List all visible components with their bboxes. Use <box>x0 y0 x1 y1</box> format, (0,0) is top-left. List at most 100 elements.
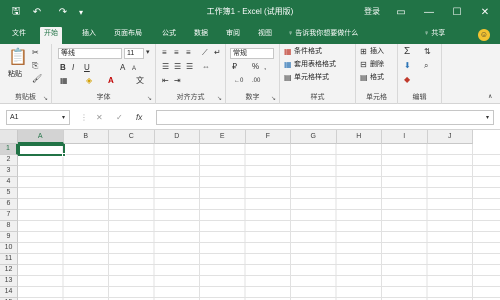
middle-align-icon[interactable]: ≡ <box>174 48 179 58</box>
borders-icon[interactable]: ▦ <box>60 76 68 86</box>
bold-button[interactable]: B <box>60 63 66 73</box>
row-header-5[interactable]: 5 <box>0 188 18 199</box>
increase-decimal-icon[interactable]: ←0 <box>234 76 243 86</box>
minimize-icon[interactable]: — <box>420 4 438 20</box>
name-box-dropdown-icon[interactable]: ▾ <box>62 113 65 123</box>
bottom-align-icon[interactable]: ≡ <box>186 48 191 58</box>
merge-center-icon[interactable]: ⇔ <box>202 62 210 72</box>
clear-icon[interactable]: ◆ <box>404 75 410 85</box>
accounting-format-icon[interactable]: ₽ <box>232 62 237 72</box>
font-launcher-icon[interactable]: ↘ <box>147 95 152 102</box>
row-header-2[interactable]: 2 <box>0 155 18 166</box>
font-color-icon[interactable]: A <box>108 76 114 86</box>
decrease-indent-icon[interactable]: ⇤ <box>162 76 169 86</box>
column-header-b[interactable]: B <box>63 130 109 144</box>
grow-font-button[interactable]: A <box>120 63 125 73</box>
conditional-formatting-button[interactable]: 条件格式 <box>294 47 322 57</box>
increase-indent-icon[interactable]: ⇥ <box>174 76 181 86</box>
column-header-g[interactable]: G <box>291 130 337 144</box>
font-size-dropdown-icon[interactable]: ▾ <box>146 48 150 58</box>
row-header-10[interactable]: 10 <box>0 243 18 254</box>
format-cells-button[interactable]: 格式 <box>370 73 384 83</box>
maximize-icon[interactable]: ☐ <box>448 4 466 20</box>
fill-handle[interactable] <box>62 153 66 157</box>
insert-cells-button[interactable]: 插入 <box>370 47 384 57</box>
sort-filter-icon[interactable]: ⇅ <box>424 47 431 57</box>
row-header-12[interactable]: 12 <box>0 265 18 276</box>
font-name-select[interactable]: 等线 <box>58 48 122 59</box>
row-header-1[interactable]: 1 <box>0 144 18 155</box>
collapse-ribbon-icon[interactable]: ∧ <box>488 92 492 102</box>
close-icon[interactable]: ✕ <box>476 4 494 20</box>
row-header-11[interactable]: 11 <box>0 254 18 265</box>
wrap-text-icon[interactable]: ↵ <box>214 48 221 58</box>
row-header-7[interactable]: 7 <box>0 210 18 221</box>
insert-cells-icon[interactable]: ⊞ <box>360 47 367 57</box>
clipboard-launcher-icon[interactable]: ↘ <box>43 95 48 102</box>
phonetic-icon[interactable]: 文 <box>136 76 144 86</box>
insert-function-icon[interactable]: fx <box>136 113 142 123</box>
copy-icon[interactable]: ⎘ <box>32 61 38 71</box>
alignment-launcher-icon[interactable]: ↘ <box>217 95 222 102</box>
delete-cells-icon[interactable]: ⊟ <box>360 60 367 70</box>
percent-style-button[interactable]: % <box>252 62 259 72</box>
column-header-d[interactable]: D <box>154 130 200 144</box>
underline-button[interactable]: U <box>84 63 90 73</box>
tab-page-layout[interactable]: 页面布局 <box>110 27 146 44</box>
tab-file[interactable]: 文件 <box>8 27 30 44</box>
row-header-9[interactable]: 9 <box>0 232 18 243</box>
conditional-formatting-icon[interactable]: ▦ <box>284 47 292 57</box>
tell-me-search[interactable]: ♀ 告诉我你想要做什么 <box>288 27 358 41</box>
font-size-select[interactable]: 11 <box>124 48 144 59</box>
paste-icon[interactable]: 📋 <box>8 49 28 67</box>
share-button[interactable]: ♀ 共享 <box>424 27 445 41</box>
cancel-formula-icon[interactable]: ✕ <box>96 113 103 123</box>
number-format-select[interactable]: 常规 <box>230 48 274 59</box>
autosum-icon[interactable]: Σ <box>404 47 410 57</box>
column-header-f[interactable]: F <box>245 130 291 144</box>
orientation-icon[interactable]: ⟋ <box>202 48 208 58</box>
column-header-j[interactable]: J <box>427 130 473 144</box>
feedback-smile-icon[interactable]: ☺ <box>478 29 490 41</box>
select-all-corner[interactable] <box>0 130 18 144</box>
shrink-font-button[interactable]: A <box>132 64 136 74</box>
tab-formulas[interactable]: 公式 <box>158 27 180 44</box>
cell-area[interactable] <box>18 144 500 300</box>
column-header-c[interactable]: C <box>109 130 155 144</box>
cell-styles-icon[interactable]: ▤ <box>284 73 292 83</box>
row-header-3[interactable]: 3 <box>0 166 18 177</box>
format-as-table-button[interactable]: 套用表格格式 <box>294 60 336 70</box>
row-header-13[interactable]: 13 <box>0 276 18 287</box>
row-header-6[interactable]: 6 <box>0 199 18 210</box>
tab-insert[interactable]: 插入 <box>78 27 100 44</box>
formula-input[interactable] <box>156 110 494 125</box>
number-launcher-icon[interactable]: ↘ <box>271 95 276 102</box>
italic-button[interactable]: I <box>72 63 74 73</box>
column-header-h[interactable]: H <box>336 130 382 144</box>
enter-formula-icon[interactable]: ✓ <box>116 113 123 123</box>
tab-data[interactable]: 数据 <box>190 27 212 44</box>
active-cell[interactable] <box>18 144 66 157</box>
delete-cells-button[interactable]: 删除 <box>370 60 384 70</box>
align-left-icon[interactable]: ☰ <box>162 62 169 72</box>
format-cells-icon[interactable]: ▤ <box>360 73 368 83</box>
tab-review[interactable]: 审阅 <box>222 27 244 44</box>
column-header-e[interactable]: E <box>200 130 246 144</box>
expand-formula-bar-icon[interactable]: ▾ <box>486 113 489 123</box>
column-header-i[interactable]: I <box>382 130 428 144</box>
format-as-table-icon[interactable]: ▦ <box>284 60 292 70</box>
fill-color-icon[interactable]: ◈ <box>86 76 92 86</box>
top-align-icon[interactable]: ≡ <box>162 48 167 58</box>
ribbon-display-options-icon[interactable]: ▭ <box>392 4 410 20</box>
fill-icon[interactable]: ⬇ <box>404 61 411 71</box>
row-header-4[interactable]: 4 <box>0 177 18 188</box>
format-painter-icon[interactable]: 🖌 <box>32 74 42 84</box>
align-right-icon[interactable]: ☰ <box>186 62 193 72</box>
cut-icon[interactable]: ✂ <box>32 48 39 58</box>
align-center-icon[interactable]: ☰ <box>174 62 181 72</box>
column-header-a[interactable]: A <box>18 130 64 144</box>
row-header-8[interactable]: 8 <box>0 221 18 232</box>
decrease-decimal-icon[interactable]: .00 <box>252 76 260 86</box>
tab-home[interactable]: 开始 <box>40 27 62 44</box>
cell-styles-button[interactable]: 单元格样式 <box>294 73 329 83</box>
